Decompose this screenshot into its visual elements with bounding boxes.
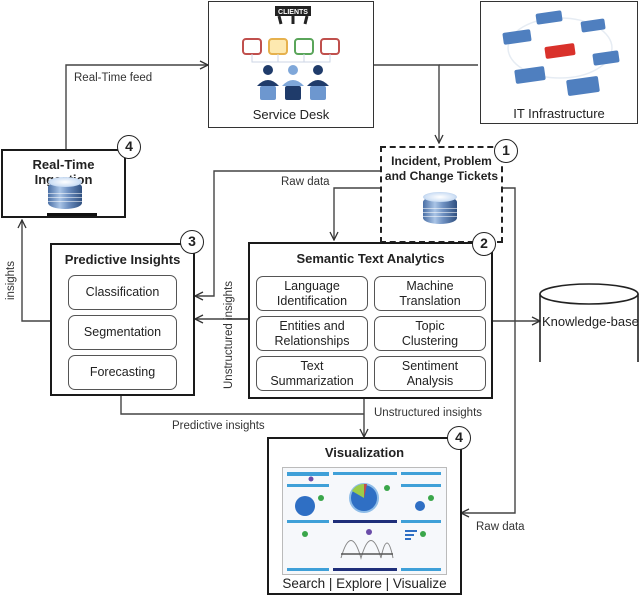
edge-servicedesk-to-tickets bbox=[374, 64, 439, 143]
step-badge-4: 4 bbox=[117, 135, 141, 159]
knowledge-base-label: Knowledge-base bbox=[542, 314, 639, 329]
edge-insights-to-ingestion bbox=[22, 220, 50, 322]
applications-tile-icon bbox=[544, 43, 576, 59]
predictive-insights-node: Predictive Insights Classification Segme… bbox=[50, 243, 195, 396]
semantic-text-analytics-title: Semantic Text Analytics bbox=[296, 251, 445, 266]
topic-clustering-item: Topic Clustering bbox=[374, 316, 486, 351]
agent-icon bbox=[263, 65, 273, 75]
edge-label-unstructured-insights-vertical: Unstructured insights bbox=[223, 280, 235, 389]
step-badge-2: 2 bbox=[472, 232, 496, 256]
phone-icon bbox=[320, 38, 340, 55]
it-infrastructure-node: IT Infrastructure bbox=[480, 1, 638, 124]
dashboard-illustration bbox=[287, 472, 441, 571]
dashboard-thumbnail bbox=[282, 467, 447, 575]
fax-icon bbox=[294, 38, 314, 55]
infra-tile-icon bbox=[592, 50, 620, 66]
database-icon bbox=[423, 192, 469, 228]
step-badge-1: 1 bbox=[494, 139, 518, 163]
it-infrastructure-illustration bbox=[502, 10, 620, 96]
real-time-ingestion-node: Real-Time Ingestion bbox=[1, 149, 126, 218]
infra-tile-icon bbox=[566, 76, 600, 96]
service-desk-illustration: CLIENTS bbox=[242, 6, 340, 100]
tickets-title-line1: Incident, Problem bbox=[391, 154, 492, 168]
infra-tile-icon bbox=[535, 10, 563, 25]
edge-label-insights: insights bbox=[5, 261, 17, 300]
forecasting-item: Forecasting bbox=[68, 355, 177, 390]
predictive-insights-title: Predictive Insights bbox=[64, 252, 181, 267]
machine-translation-item: Machine Translation bbox=[374, 276, 486, 311]
infra-tile-icon bbox=[502, 29, 532, 45]
tickets-title-line2: and Change Tickets bbox=[384, 169, 499, 183]
semantic-text-analytics-node: Semantic Text Analytics Language Identifi… bbox=[248, 242, 493, 399]
tickets-node: Incident, Problem and Change Tickets bbox=[380, 146, 503, 243]
chart-bubble bbox=[295, 496, 315, 516]
it-infrastructure-caption: IT Infrastructure bbox=[513, 106, 605, 121]
database-icon bbox=[48, 177, 94, 213]
visualization-caption: Search | Explore | Visualize bbox=[282, 576, 447, 591]
email-icon bbox=[268, 38, 288, 55]
edge-label-raw-data-bottom: Raw data bbox=[476, 521, 525, 533]
laptop-icon bbox=[242, 38, 262, 55]
agent-icon bbox=[288, 65, 298, 75]
clients-sign-text: CLIENTS bbox=[278, 9, 308, 16]
language-identification-item: Language Identification bbox=[256, 276, 368, 311]
step-badge-4-visualization: 4 bbox=[447, 426, 471, 450]
entities-relationships-item: Entities and Relationships bbox=[256, 316, 368, 351]
segmentation-item: Segmentation bbox=[68, 315, 177, 350]
edge-label-unstructured-insights-bottom: Unstructured insights bbox=[374, 407, 483, 419]
visualization-node: Visualization Search | Explore | Visuali… bbox=[267, 437, 462, 595]
edge-label-predictive-insights: Predictive insights bbox=[172, 420, 265, 432]
edge-label-real-time-feed: Real-Time feed bbox=[74, 72, 153, 84]
cylinder-top bbox=[539, 283, 639, 305]
service-desk-caption: Service Desk bbox=[252, 107, 330, 122]
edge-label-raw-data-top: Raw data bbox=[281, 176, 330, 188]
edge-raw-data-to-semantic bbox=[334, 187, 380, 240]
infra-tile-icon bbox=[514, 66, 546, 84]
visualization-title: Visualization bbox=[324, 445, 405, 460]
text-summarization-item: Text Summarization bbox=[256, 356, 368, 391]
step-badge-3: 3 bbox=[180, 230, 204, 254]
agent-icon bbox=[313, 65, 323, 75]
classification-item: Classification bbox=[68, 275, 177, 310]
service-desk-node: CLIENTS Service Desk bbox=[208, 1, 374, 128]
sentiment-analysis-item: Sentiment Analysis bbox=[374, 356, 486, 391]
